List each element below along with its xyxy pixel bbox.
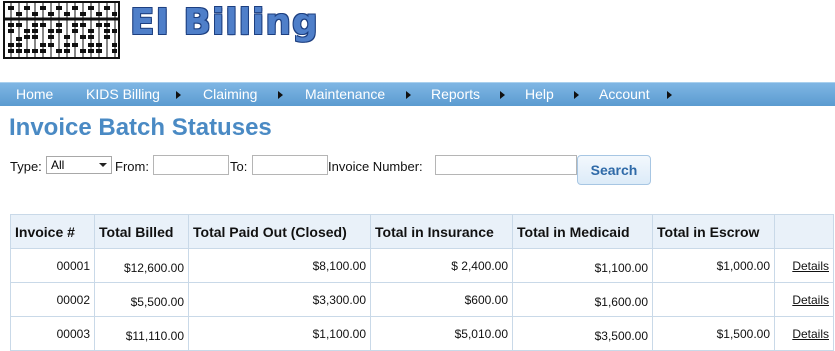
details-link[interactable]: Details	[792, 293, 829, 307]
cell-insurance: $600.00	[370, 282, 513, 317]
col-total-insurance[interactable]: Total in Insurance	[370, 214, 513, 249]
type-select[interactable]: All	[46, 156, 112, 174]
cell-invoice: 00002	[10, 282, 95, 317]
cell-escrow: $1,500.00	[652, 316, 775, 351]
col-total-medicaid[interactable]: Total in Medicaid	[512, 214, 653, 249]
cell-billed: $11,110.00	[94, 316, 189, 351]
search-button[interactable]: Search	[577, 155, 651, 185]
cell-medicaid: $1,100.00	[512, 248, 653, 283]
cell-billed: $12,600.00	[94, 248, 189, 283]
chevron-right-icon	[500, 91, 505, 99]
table-header-row: Invoice # Total Billed Total Paid Out (C…	[10, 214, 834, 249]
nav-kids-billing[interactable]: KIDS Billing	[86, 83, 160, 107]
col-total-billed[interactable]: Total Billed	[94, 214, 189, 249]
cell-invoice: 00001	[10, 248, 95, 283]
chevron-right-icon	[406, 91, 411, 99]
invoice-batch-table: Invoice # Total Billed Total Paid Out (C…	[10, 214, 834, 351]
filter-bar: Type: All From: To: Invoice Number: Sear…	[0, 150, 835, 190]
cell-insurance: $5,010.00	[370, 316, 513, 351]
details-link[interactable]: Details	[792, 327, 829, 341]
cell-billed: $5,500.00	[94, 282, 189, 317]
cell-details: Details	[774, 282, 834, 317]
app-title: EI Billing	[130, 2, 319, 43]
chevron-right-icon	[278, 91, 283, 99]
chevron-right-icon	[667, 91, 672, 99]
cell-invoice: 00003	[10, 316, 95, 351]
abacus-icon	[3, 1, 120, 59]
abacus-logo-graphic	[5, 3, 118, 57]
nav-reports[interactable]: Reports	[431, 83, 480, 107]
cell-details: Details	[774, 248, 834, 283]
col-total-paid-out[interactable]: Total Paid Out (Closed)	[188, 214, 371, 249]
table-row: 00001 $12,600.00 $8,100.00 $ 2,400.00 $1…	[10, 248, 834, 283]
details-link[interactable]: Details	[792, 259, 829, 273]
invoice-number-input[interactable]	[435, 155, 577, 175]
page-title: Invoice Batch Statuses	[9, 114, 272, 141]
from-date-input[interactable]	[153, 155, 229, 175]
nav-claiming[interactable]: Claiming	[203, 83, 257, 107]
cell-escrow: $1,000.00	[652, 248, 775, 283]
cell-escrow	[652, 282, 775, 317]
cell-medicaid: $1,600.00	[512, 282, 653, 317]
type-label: Type:	[10, 159, 42, 174]
table-row: 00003 $11,110.00 $1,100.00 $5,010.00 $3,…	[10, 316, 834, 351]
invoice-number-label: Invoice Number:	[328, 159, 423, 174]
type-select-value: All	[51, 158, 65, 172]
col-total-escrow[interactable]: Total in Escrow	[652, 214, 775, 249]
nav-account[interactable]: Account	[599, 83, 650, 107]
cell-paid: $8,100.00	[188, 248, 371, 283]
from-label: From:	[115, 159, 149, 174]
cell-paid: $3,300.00	[188, 282, 371, 317]
cell-medicaid: $3,500.00	[512, 316, 653, 351]
to-date-input[interactable]	[252, 155, 328, 175]
nav-maintenance[interactable]: Maintenance	[305, 83, 385, 107]
to-label: To:	[230, 159, 248, 174]
chevron-right-icon	[574, 91, 579, 99]
col-actions	[774, 214, 834, 249]
header: EI Billing	[0, 0, 835, 80]
chevron-right-icon	[176, 91, 181, 99]
cell-paid: $1,100.00	[188, 316, 371, 351]
cell-details: Details	[774, 316, 834, 351]
chevron-down-icon	[99, 163, 107, 167]
nav-help[interactable]: Help	[525, 83, 554, 107]
main-nav: Home KIDS Billing Claiming Maintenance R…	[0, 82, 835, 106]
col-invoice-number[interactable]: Invoice #	[10, 214, 95, 249]
table-row: 00002 $5,500.00 $3,300.00 $600.00 $1,600…	[10, 282, 834, 317]
cell-insurance: $ 2,400.00	[370, 248, 513, 283]
nav-home[interactable]: Home	[16, 83, 53, 107]
